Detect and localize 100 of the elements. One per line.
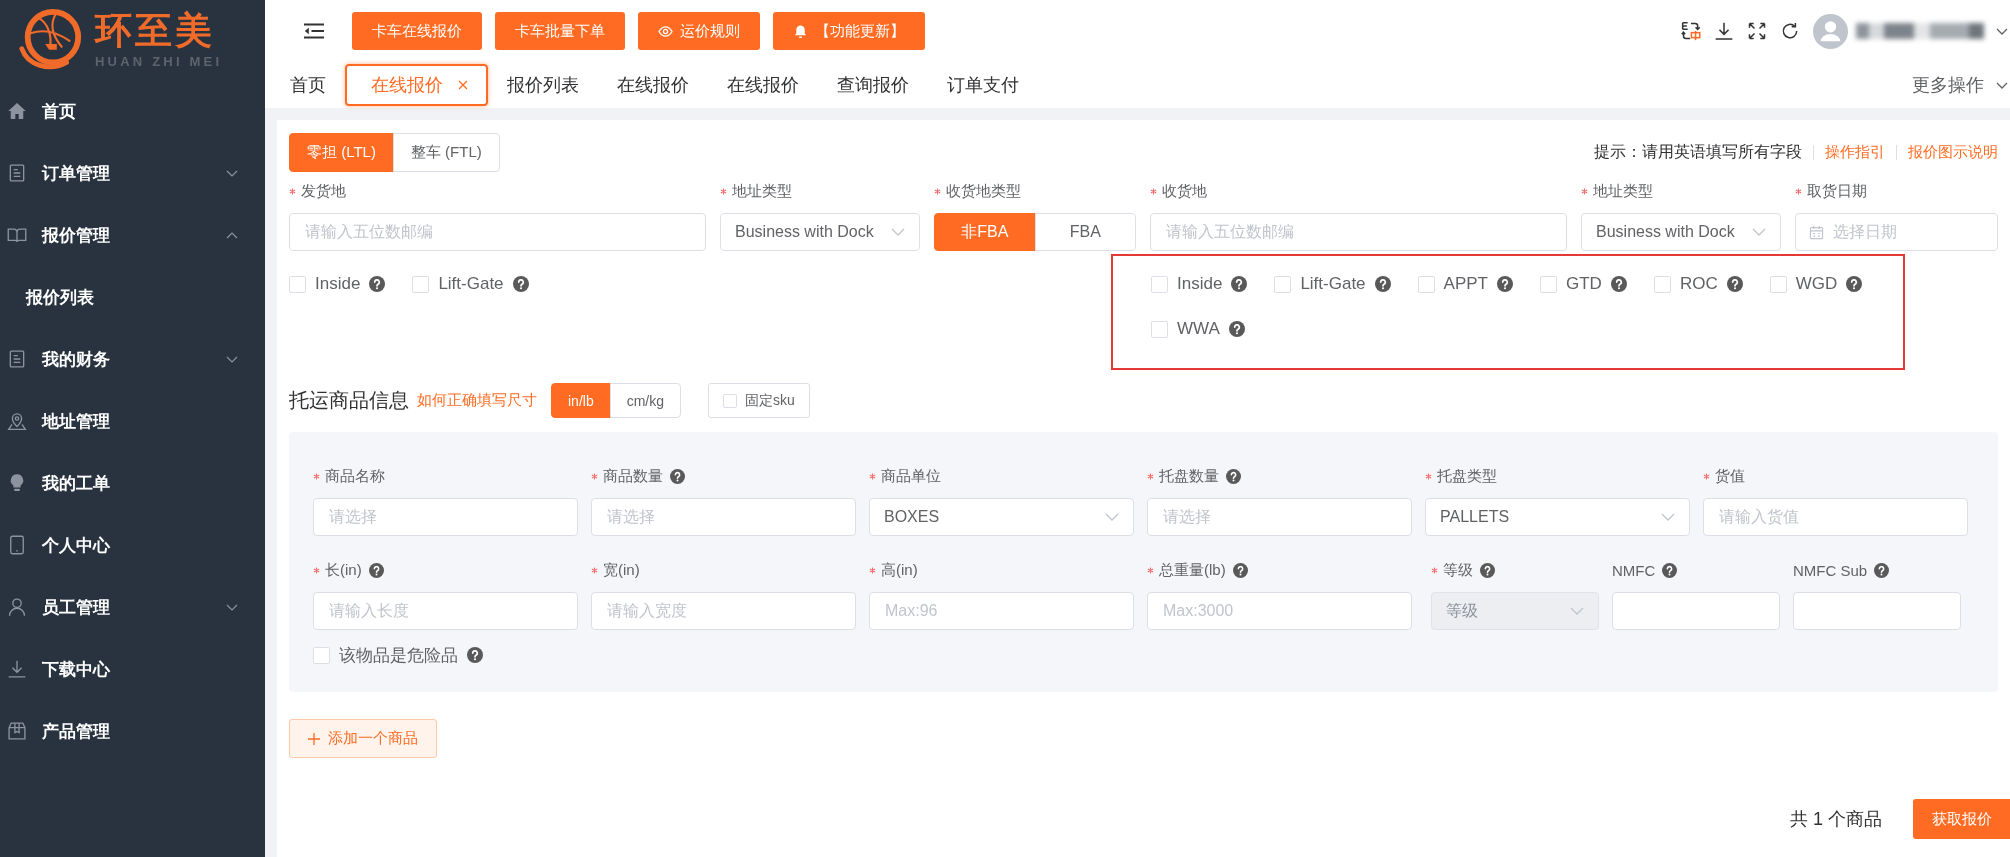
checkbox[interactable] [313,646,330,664]
checkbox[interactable] [723,393,738,408]
checkbox[interactable] [1274,275,1292,293]
text-field[interactable]: 请选择 [1147,498,1412,536]
text-field[interactable]: 请输入长度 [313,592,578,630]
field-label: 商品数量 [603,466,663,486]
tab[interactable]: 查询报价 [818,64,928,106]
sidebar-item[interactable]: 订单管理 [0,142,265,204]
chevron-down-icon [1996,81,2008,89]
checkbox[interactable] [1151,320,1168,338]
close-icon[interactable] [458,80,468,90]
field-label: 地址类型 [732,181,792,201]
logo-title: 环至美 [95,11,215,51]
refresh-icon[interactable] [1780,21,1800,41]
help-icon[interactable] [368,562,384,578]
checkbox[interactable] [1417,275,1435,293]
download-icon [7,659,27,679]
dropdown[interactable]: PALLETS [1425,498,1690,536]
chevron-down-icon [1105,513,1119,521]
checkbox-label: ROC [1679,274,1718,294]
sidebar-item[interactable]: 产品管理 [0,700,265,762]
field-label: 商品单位 [881,466,941,486]
field-label: 总重量(lb) [1159,560,1226,580]
help-icon[interactable] [467,647,483,663]
field-label: 地址类型 [1593,181,1653,201]
checkbox[interactable] [1540,275,1557,293]
field-label: 收货地 [1162,181,1207,201]
tab[interactable]: 在线报价 [598,64,708,106]
text-field[interactable]: 请输入宽度 [591,592,856,630]
field-label: 托盘数量 [1159,466,1219,486]
help-icon[interactable] [1231,276,1248,292]
checkbox-label: WGD [1795,274,1838,294]
text-field[interactable]: 请选择 [313,498,578,536]
sidebar-item[interactable]: 地址管理 [0,390,265,452]
sidebar-item[interactable]: 首页 [0,80,265,142]
menu-icon[interactable] [304,23,324,39]
help-icon[interactable] [1228,321,1245,337]
help-icon[interactable] [1374,276,1391,292]
text-field[interactable]: 请输入五位数邮编 [1150,213,1567,251]
help-icon[interactable] [670,468,685,484]
help-icon[interactable] [1846,276,1863,292]
sidebar-item[interactable]: 下载中心 [0,638,265,700]
text-field[interactable] [1612,592,1780,630]
tab[interactable]: 订单支付 [928,64,1038,106]
sidebar-item[interactable]: 个人中心 [0,514,265,576]
sidebar-item[interactable]: 我的工单 [0,452,265,514]
sidebar-item[interactable]: 员工管理 [0,576,265,638]
text-field[interactable]: 请输入五位数邮编 [289,213,706,251]
calendar-icon [1809,224,1824,240]
help-icon[interactable] [1874,562,1890,578]
help-icon[interactable] [369,276,386,292]
sidebar-subitem[interactable]: 报价列表 [0,266,265,328]
field-label: 取货日期 [1807,181,1867,201]
checkbox-label: APPT [1443,274,1488,294]
section-title: 托运商品信息 [289,388,409,413]
checkbox[interactable] [1151,275,1168,293]
download-icon[interactable] [1714,21,1734,41]
home-icon [7,101,27,121]
translate-icon[interactable] [1681,21,1701,41]
text-field[interactable]: Max:3000 [1147,592,1412,630]
dropdown[interactable]: Business with Dock [720,213,920,251]
tab[interactable]: 首页 [271,64,345,106]
dropdown[interactable]: BOXES [869,498,1134,536]
checkbox[interactable] [289,275,306,293]
tab[interactable]: 报价列表 [488,64,598,106]
document-icon [7,163,27,183]
text-field[interactable] [1793,592,1961,630]
sidebar-item[interactable]: 报价管理 [0,204,265,266]
help-icon[interactable] [1610,276,1627,292]
chevron-down-icon [1570,607,1584,615]
field-label: 收货地类型 [946,181,1021,201]
text-field[interactable]: Max:96 [869,592,1134,630]
field-label: 长(in) [325,560,362,580]
chevron-down-icon [891,228,905,236]
help-icon[interactable] [1662,562,1678,578]
field-label: NMFC Sub [1793,561,1868,579]
checkbox-label: Lift-Gate [1300,274,1366,294]
checkbox[interactable] [1769,275,1787,293]
checkbox[interactable] [1653,275,1671,293]
segment-button[interactable]: 整车 (FTL) [392,133,500,172]
more-actions-menu[interactable]: 更多操作 [1912,73,2008,97]
chevron-down-icon[interactable] [1996,27,2008,35]
dropdown[interactable]: Business with Dock [1581,213,1781,251]
text-field[interactable]: 请选择 [591,498,856,536]
segment-button[interactable]: cm/kg [609,383,682,418]
box-icon [7,721,27,741]
help-icon[interactable] [1497,276,1513,292]
text-field[interactable]: 请输入货值 [1703,498,1968,536]
help-icon[interactable] [1226,468,1241,484]
help-icon[interactable] [512,276,529,292]
checkbox-label: WWA [1177,319,1220,339]
help-icon[interactable] [1726,276,1743,292]
fullscreen-icon[interactable] [1747,21,1767,41]
sidebar-item[interactable]: 我的财务 [0,328,265,390]
document-icon [7,349,27,369]
segment-button[interactable]: FBA [1034,213,1136,251]
help-icon[interactable] [1232,562,1248,578]
fixed-sku-toggle[interactable]: 固定sku [708,383,810,418]
checkbox[interactable] [412,275,430,293]
tab[interactable]: 在线报价 [708,64,818,106]
